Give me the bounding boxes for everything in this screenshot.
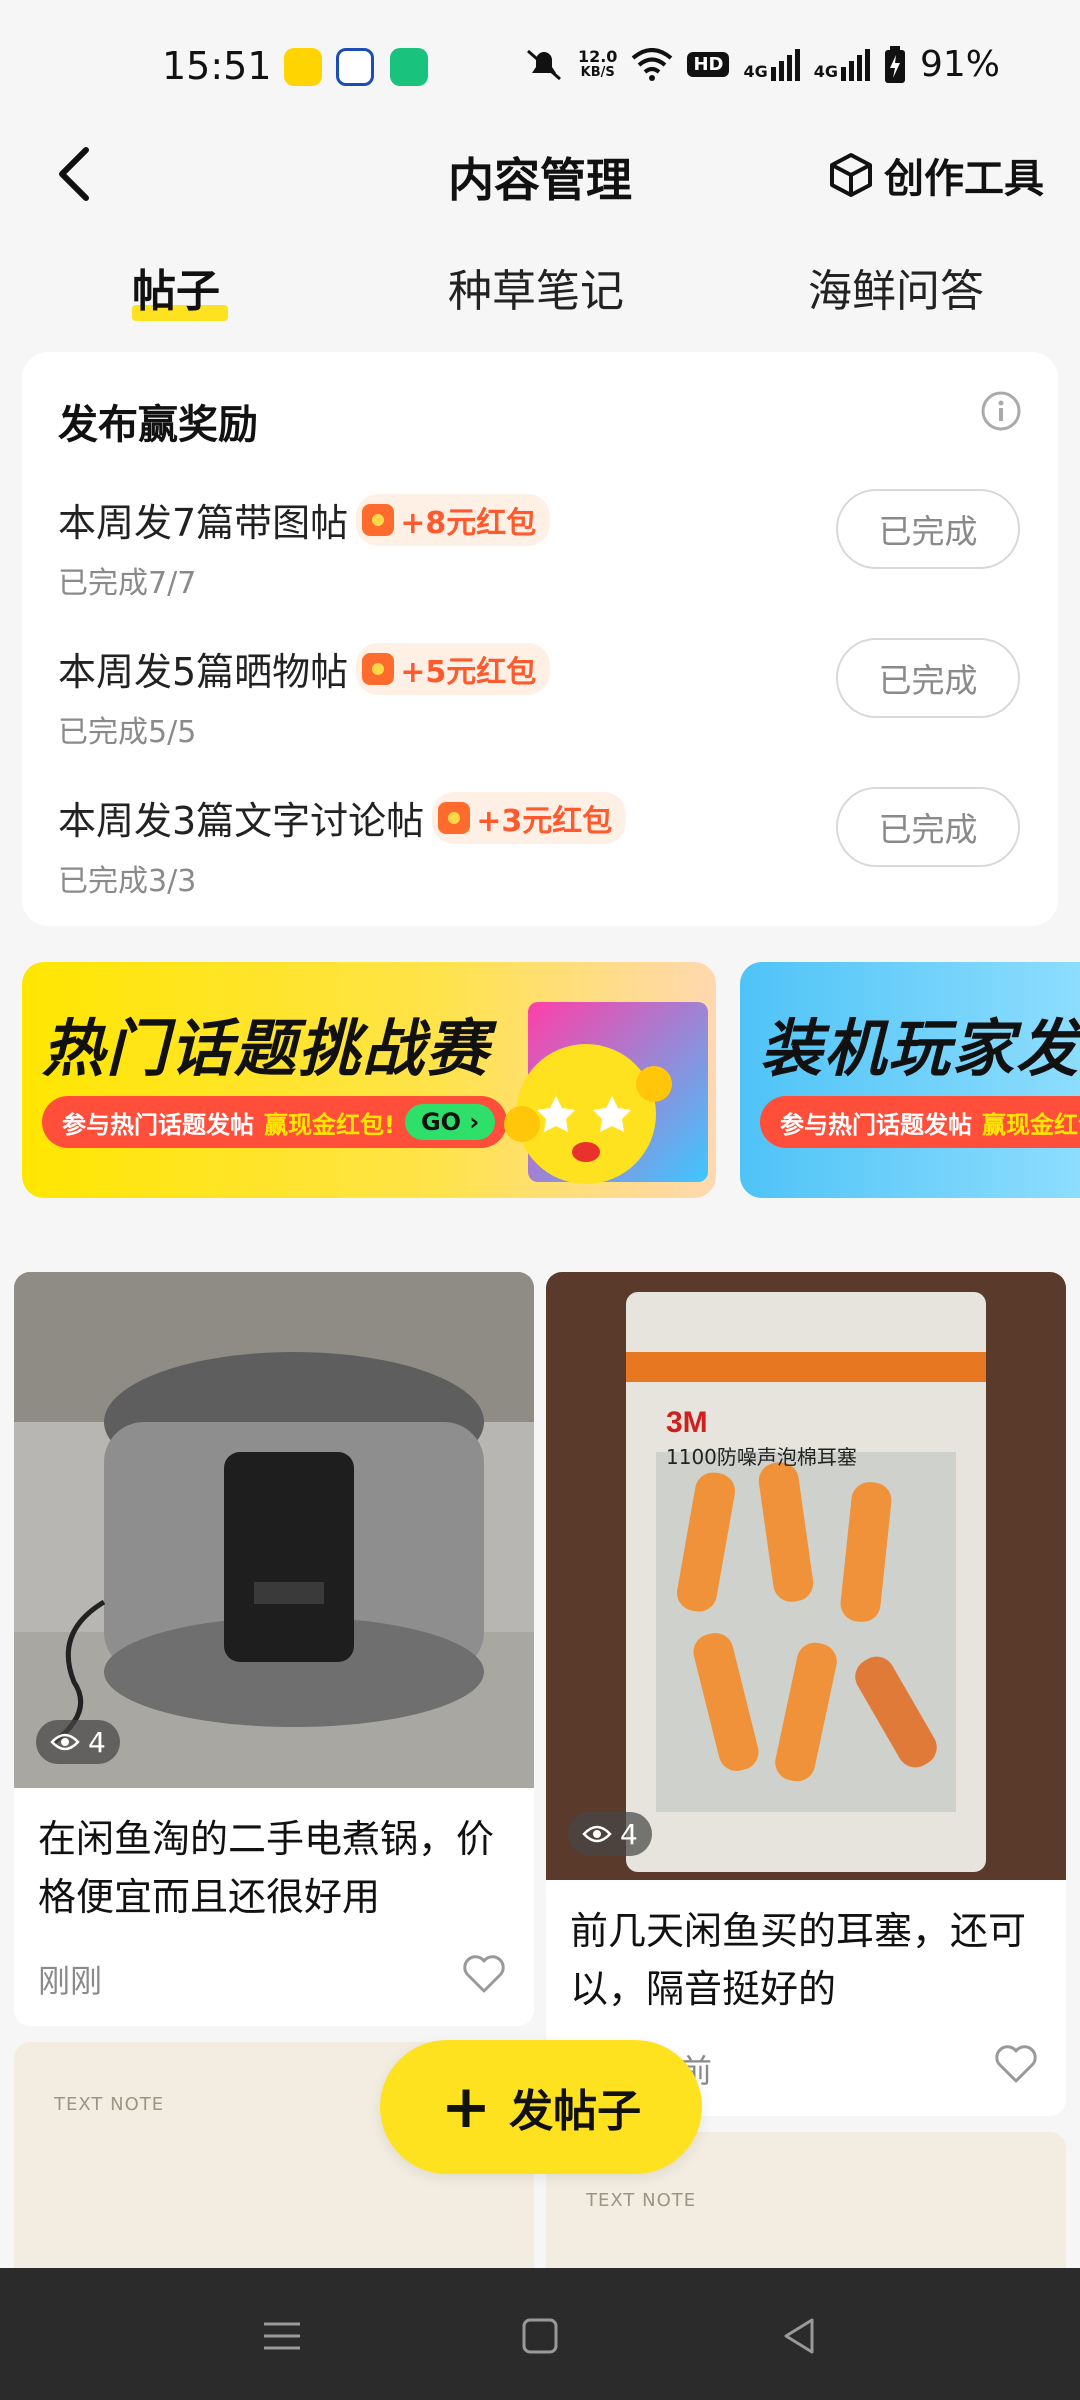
banner-subtitle: 参与热门话题发帖 赢现金红包! xyxy=(760,1096,1080,1148)
status-icons: 12.0 KB/S HD 4G 4G 91% xyxy=(524,44,1000,85)
info-icon[interactable] xyxy=(980,390,1022,432)
hd-icon: HD xyxy=(687,52,730,77)
task-title: 本周发5篇晒物帖 +5元红包 xyxy=(58,641,551,696)
gamer-build-banner[interactable]: 装机玩家发帖 参与热门话题发帖 赢现金红包! xyxy=(740,962,1080,1198)
text-note-label: TEXT NOTE xyxy=(586,2190,697,2211)
task-completed-button[interactable]: 已完成 xyxy=(836,638,1020,718)
task-completed-button[interactable]: 已完成 xyxy=(836,489,1020,569)
red-packet-icon xyxy=(362,503,395,536)
post-title: 前几天闲鱼买的耳塞，还可以，隔音挺好的 xyxy=(570,1909,1027,2011)
taobao-app-icon xyxy=(284,48,322,86)
task-item: 本周发5篇晒物帖 +5元红包 已完成5/5 已完成 xyxy=(58,638,1020,771)
system-nav-bar xyxy=(0,2268,1080,2400)
text-note-label: TEXT NOTE xyxy=(54,2094,165,2115)
app-header: 内容管理 创作工具 xyxy=(0,120,1080,230)
menu-icon[interactable] xyxy=(254,2308,310,2364)
reward-card: 发布赢奖励 本周发7篇带图帖 +8元红包 已完成7/7 已完成 本周发5篇晒物帖… xyxy=(22,352,1058,926)
phone-app-icon xyxy=(390,48,428,86)
eye-icon xyxy=(582,1825,612,1843)
task-item: 本周发3篇文字讨论帖 +3元红包 已完成3/3 已完成 xyxy=(58,787,1020,920)
package-brand: 3M xyxy=(666,1406,708,1439)
task-progress: 已完成5/5 xyxy=(58,715,197,750)
banner-title: 装机玩家发帖 xyxy=(760,1012,1080,1085)
go-button[interactable]: GO › xyxy=(404,1104,496,1140)
plus-icon: + xyxy=(440,2072,492,2142)
banner-subtitle: 参与热门话题发帖 赢现金红包! GO › xyxy=(42,1096,508,1148)
earplugs-image: 3M 1100防噪声泡棉耳塞 xyxy=(546,1272,1066,1880)
screen: 15:51 12.0 KB/S HD 4G 4G 91% 内容管理 创作工具 帖子… xyxy=(0,0,1080,2400)
package-text: 1100防噪声泡棉耳塞 xyxy=(666,1445,857,1469)
reward-badge: +8元红包 xyxy=(356,493,551,546)
status-time: 15:51 xyxy=(162,44,272,88)
cube-icon xyxy=(830,153,872,197)
creation-tools-button[interactable]: 创作工具 xyxy=(828,146,1044,204)
reward-badge: +3元红包 xyxy=(432,791,627,844)
task-progress: 已完成7/7 xyxy=(58,566,197,601)
task-completed-button[interactable]: 已完成 xyxy=(836,787,1020,867)
bank-app-icon xyxy=(336,48,374,86)
wifi-icon xyxy=(632,47,673,81)
heart-icon[interactable] xyxy=(994,2044,1038,2084)
mute-icon xyxy=(526,49,561,80)
reward-badge: +5元红包 xyxy=(356,642,551,695)
red-packet-icon xyxy=(438,801,471,834)
heart-icon[interactable] xyxy=(462,1954,506,1994)
create-post-label: 发帖子 xyxy=(509,2086,642,2137)
tab-posts[interactable]: 帖子 xyxy=(132,255,220,319)
task-title: 本周发3篇文字讨论帖 +3元红包 xyxy=(58,790,627,845)
view-count: 4 xyxy=(568,1812,652,1856)
task-progress: 已完成3/3 xyxy=(58,864,197,899)
home-icon[interactable] xyxy=(512,2308,568,2364)
creation-tools-label: 创作工具 xyxy=(884,156,1044,202)
rice-cooker-image xyxy=(14,1272,534,1788)
red-packet-icon xyxy=(362,652,395,685)
banner-carousel: 热门话题挑战赛 参与热门话题发帖 赢现金红包! GO › 装机玩家发帖 参与热门… xyxy=(22,962,1080,1198)
signal-1-icon: 4G xyxy=(743,48,800,81)
content-tabs: 帖子 种草笔记 海鲜问答 xyxy=(0,255,1080,325)
reward-card-title: 发布赢奖励 xyxy=(58,402,258,448)
mascot-icon xyxy=(504,1044,672,1184)
post-title: 在闲鱼淘的二手电煮锅，价格便宜而且还很好用 xyxy=(38,1817,495,1919)
tab-seafood-qa[interactable]: 海鲜问答 xyxy=(808,255,984,319)
status-bar: 15:51 12.0 KB/S HD 4G 4G 91% xyxy=(0,0,1080,120)
task-item: 本周发7篇带图帖 +8元红包 已完成7/7 已完成 xyxy=(58,489,1020,622)
post-card[interactable]: 4 在闲鱼淘的二手电煮锅，价格便宜而且还很好用 刚刚 xyxy=(14,1272,534,2026)
battery-icon xyxy=(884,45,905,83)
tab-notes[interactable]: 种草笔记 xyxy=(448,255,624,319)
eye-icon xyxy=(50,1733,80,1751)
signal-2-icon: 4G xyxy=(814,48,870,81)
hot-topic-banner[interactable]: 热门话题挑战赛 参与热门话题发帖 赢现金红包! GO › xyxy=(22,962,716,1198)
banner-title: 热门话题挑战赛 xyxy=(42,1012,491,1085)
back-icon[interactable] xyxy=(772,2308,828,2364)
post-card[interactable]: 3M 1100防噪声泡棉耳塞 4 前几天闲鱼买的耳塞，还可以，隔音挺好的 前 xyxy=(546,1272,1066,2116)
net-speed: 12.0 KB/S xyxy=(577,46,618,80)
battery-percent: 91% xyxy=(919,44,1000,85)
create-post-button[interactable]: + 发帖子 xyxy=(380,2040,702,2174)
task-title: 本周发7篇带图帖 +8元红包 xyxy=(58,492,551,547)
view-count: 4 xyxy=(36,1720,120,1764)
post-time: 刚刚 xyxy=(38,1962,103,2000)
